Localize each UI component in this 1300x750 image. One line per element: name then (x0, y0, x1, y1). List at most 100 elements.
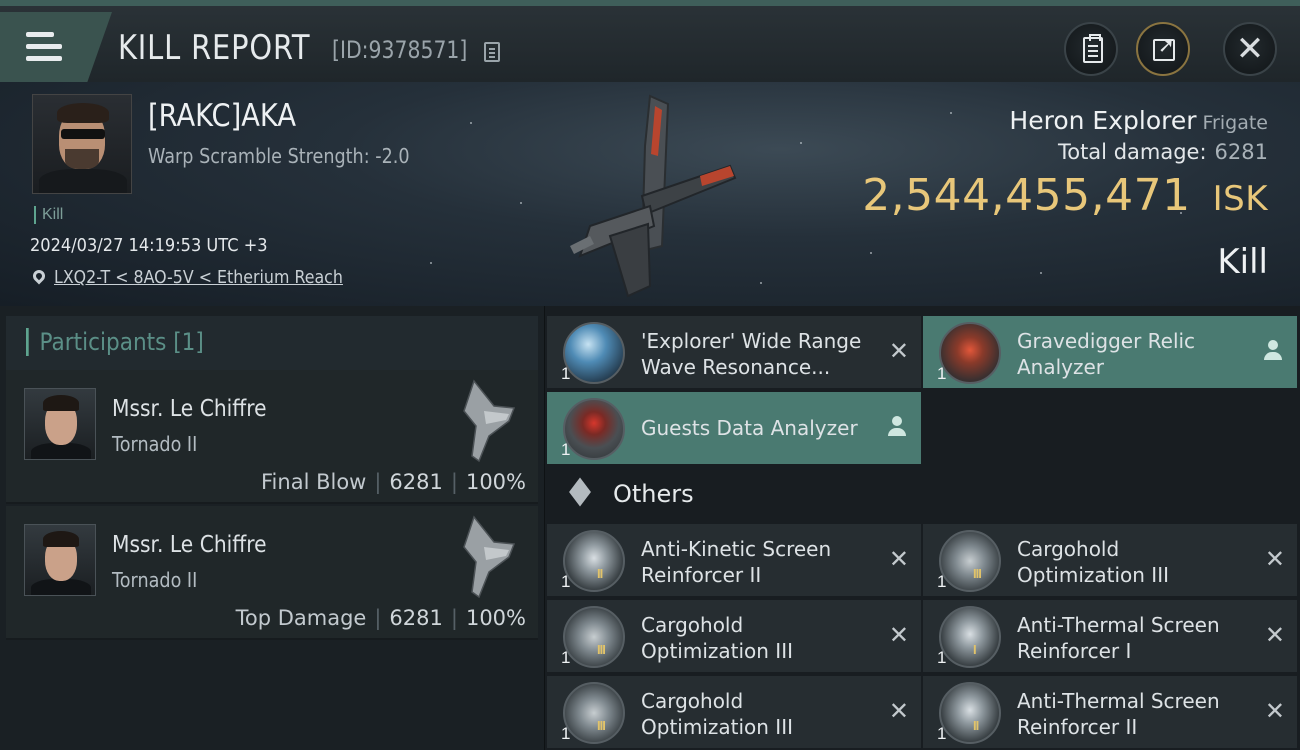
item-slot[interactable]: 1 'Explorer' Wide Range Wave Resonance..… (547, 316, 921, 388)
close-icon: ✕ (1235, 30, 1265, 68)
participants-panel: Participants [1] Mssr. Le Chiffre Tornad… (0, 306, 544, 750)
tier-badge: II (597, 566, 603, 581)
share-button[interactable] (1136, 22, 1190, 76)
cargo-rig-icon (939, 530, 1001, 592)
destroyed-icon: ✕ (1264, 698, 1285, 725)
item-slot[interactable]: II 1 Anti-Kinetic Screen Reinforcer II ✕ (547, 524, 921, 596)
item-name: Cargohold Optimization III (1017, 537, 1169, 587)
item-slot[interactable]: III 1 Cargohold Optimization III ✕ (547, 600, 921, 672)
participant-role: Top Damage (235, 606, 367, 630)
participant-card[interactable]: Mssr. Le Chiffre Tornado II Top Damage | 6… (6, 506, 538, 640)
item-name: Anti-Thermal Screen Reinforcer I (1017, 613, 1220, 663)
victim-name[interactable]: [RAKC]AKA (148, 98, 296, 134)
victim-banner: [RAKC]AKA Warp Scramble Strength: -2.0 K… (0, 82, 1300, 306)
scanner-probe-icon (563, 322, 625, 384)
item-name: Cargohold Optimization III (641, 689, 793, 739)
participant-stats: Top Damage | 6281 | 100% (235, 606, 526, 630)
cargo-rig-icon (563, 606, 625, 668)
item-name: 'Explorer' Wide Range Wave Resonance... (641, 329, 862, 379)
cargo-rig-icon (563, 682, 625, 744)
victim-ship-name[interactable]: Heron Explorer Frigate (1009, 106, 1268, 135)
menu-button[interactable] (0, 12, 112, 82)
tier-badge: III (597, 642, 606, 657)
destroyed-icon: ✕ (888, 622, 909, 649)
participant-percent: 100% (465, 606, 526, 630)
items-panel: 1 'Explorer' Wide Range Wave Resonance..… (544, 306, 1300, 750)
participant-name[interactable]: Mssr. Le Chiffre (112, 532, 267, 558)
tier-badge: III (973, 566, 982, 581)
destroyed-icon: ✕ (888, 546, 909, 573)
participant-stats: Final Blow | 6281 | 100% (261, 470, 526, 494)
copy-icon[interactable] (484, 42, 500, 62)
kill-datetime: 2024/03/27 14:19:53 UTC +3 (30, 235, 268, 256)
location-link[interactable]: LXQ2-T < 8AO-5V < Etherium Reach (54, 267, 343, 288)
participant-portrait[interactable] (24, 524, 96, 596)
destroyed-icon: ✕ (888, 338, 909, 365)
item-name: Cargohold Optimization III (641, 613, 793, 663)
kill-location[interactable]: LXQ2-T < 8AO-5V < Etherium Reach (30, 267, 382, 288)
shield-rig-icon (939, 682, 1001, 744)
item-slot[interactable]: I 1 Anti-Thermal Screen Reinforcer I ✕ (923, 600, 1297, 672)
tier-badge: II (973, 718, 979, 733)
item-name: Guests Data Analyzer (641, 416, 858, 440)
participant-ship: Tornado II (112, 568, 198, 592)
location-pin-icon (30, 267, 48, 285)
participants-header[interactable]: Participants [1] (6, 316, 538, 370)
isk-unit: ISK (1212, 179, 1268, 219)
participant-damage: 6281 (389, 470, 443, 494)
others-label: Others (613, 480, 694, 508)
item-slot[interactable]: II 1 Anti-Thermal Screen Reinforcer II ✕ (923, 676, 1297, 748)
item-quantity: 1 (561, 648, 571, 667)
participant-card[interactable]: Mssr. Le Chiffre Tornado II Final Blow | 6… (6, 370, 538, 504)
dropped-person-icon (887, 416, 907, 438)
victim-portrait[interactable] (32, 94, 132, 194)
item-quantity: 1 (561, 724, 571, 743)
participant-percent: 100% (465, 470, 526, 494)
item-quantity: 1 (937, 648, 947, 667)
participants-title: Participants [1] (26, 328, 204, 356)
item-quantity: 1 (937, 572, 947, 591)
tier-badge: I (973, 642, 977, 657)
participant-role: Final Blow (261, 470, 367, 494)
others-section-header[interactable]: Others (545, 466, 1300, 522)
shield-rig-icon (939, 606, 1001, 668)
isk-amount: 2,544,455,471 (862, 170, 1191, 221)
ship-name-text: Heron Explorer (1009, 106, 1197, 135)
item-quantity: 1 (937, 364, 947, 383)
item-quantity: 1 (937, 724, 947, 743)
item-name: Gravedigger Relic Analyzer (1017, 329, 1196, 379)
data-analyzer-icon (563, 398, 625, 460)
item-slot[interactable]: III 1 Cargohold Optimization III ✕ (923, 524, 1297, 596)
close-button[interactable]: ✕ (1223, 22, 1277, 76)
isk-value: 2,544,455,471 ISK (862, 170, 1268, 221)
participant-ship: Tornado II (112, 432, 198, 456)
clipboard-button[interactable] (1064, 22, 1118, 76)
participant-portrait[interactable] (24, 388, 96, 460)
report-id: [ID:9378571] (332, 36, 468, 64)
total-damage-value: 6281 (1214, 140, 1268, 164)
dropped-person-icon (1263, 340, 1283, 362)
total-damage: Total damage: 6281 (1058, 140, 1268, 164)
tier-badge: III (597, 718, 606, 733)
item-slot[interactable]: 1 Guests Data Analyzer (547, 392, 921, 464)
participant-ship-image (463, 515, 516, 599)
victim-ship-image (570, 94, 737, 298)
item-name: Anti-Kinetic Screen Reinforcer II (641, 537, 832, 587)
page-title: KILL REPORT (118, 28, 311, 68)
clipboard-icon (1083, 34, 1103, 63)
cube-icon (567, 481, 595, 509)
item-quantity: 1 (561, 440, 571, 459)
total-damage-label: Total damage: (1057, 140, 1207, 164)
participant-ship-image (463, 379, 516, 463)
destroyed-icon: ✕ (1264, 546, 1285, 573)
share-icon (1153, 33, 1175, 61)
warp-scramble-strength: Warp Scramble Strength: -2.0 (148, 144, 410, 168)
item-slot[interactable]: III 1 Cargohold Optimization III ✕ (547, 676, 921, 748)
item-quantity: 1 (561, 364, 571, 383)
destroyed-icon: ✕ (1264, 622, 1285, 649)
relic-analyzer-icon (939, 322, 1001, 384)
item-slot[interactable]: 1 Gravedigger Relic Analyzer (923, 316, 1297, 388)
participant-name[interactable]: Mssr. Le Chiffre (112, 396, 267, 422)
kill-result-label: Kill (1217, 242, 1268, 282)
item-quantity: 1 (561, 572, 571, 591)
